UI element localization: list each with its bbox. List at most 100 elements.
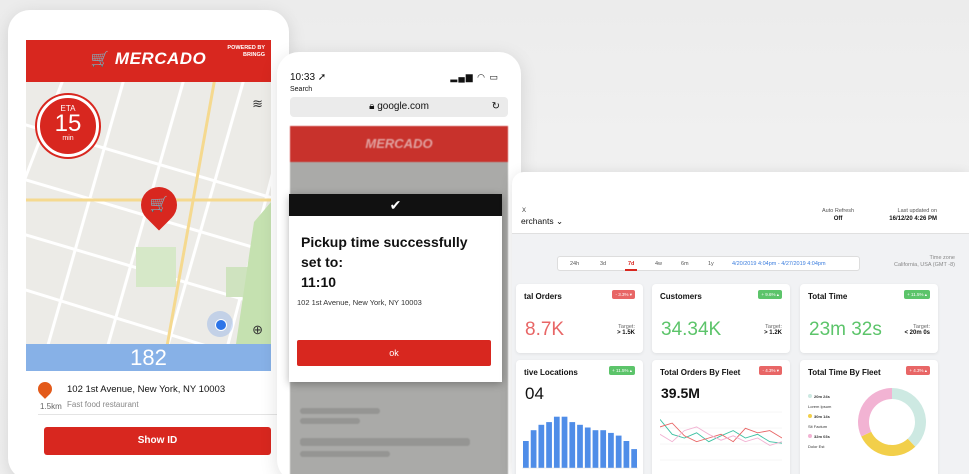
map[interactable]: ETA 15 min ≋ 🛒 ⊕ [26,82,271,344]
timezone: Time zone California, USA (GMT -8) [893,255,955,268]
card-value: 04 [525,384,544,403]
bar [584,427,591,468]
range-24h[interactable]: 24h [570,261,579,267]
card-orders-by-fleet[interactable]: Total Orders By Fleet - 4.3% ▾ 39.5M [652,360,790,474]
series-line [660,422,782,443]
card-value: 23m 32s [809,319,882,340]
reload-icon[interactable]: ↻ [492,97,500,117]
phone-1: 🛒 MERCADO POWERED BY BRINGG ETA 15 min ≋… [8,10,289,474]
bar [561,416,568,468]
card-value: 39.5M [661,385,700,401]
bar [600,430,607,468]
layers-icon[interactable]: ≋ [252,96,263,112]
trend-badge: - 3.3% ▾ [612,290,635,299]
trend-badge: + 11.5% ▴ [609,366,635,375]
range-3d[interactable]: 3d [600,261,606,267]
range-7d[interactable]: 7d [624,261,639,271]
bar [592,430,599,468]
blurred-brand: MERCADO [290,126,508,162]
card-title: Total Time By Fleet [808,368,881,377]
dashboard-body: X erchants ⌄ Auto Refresh Off Last update… [512,201,969,474]
card-total-time[interactable]: Total Time + 11.5% ▴ 23m 32s Target: < 20… [800,284,938,353]
dashboard-window: X erchants ⌄ Auto Refresh Off Last update… [512,172,969,474]
card-title: tal Orders [524,292,562,301]
ok-button[interactable]: ok [297,340,491,366]
recenter-icon[interactable]: ⊕ [252,322,263,338]
url-bar[interactable]: 🔒︎ google.com ↻ [290,97,508,117]
card-title: Customers [660,292,702,301]
range-4w[interactable]: 4w [655,261,662,267]
show-id-button[interactable]: Show ID [44,427,271,455]
powered-by: POWERED BY BRINGG [227,45,265,58]
bar [553,416,560,468]
range-1y[interactable]: 1y [708,261,714,267]
card-title: Total Time [808,292,848,301]
bar [523,441,529,468]
card-title: Total Orders By Fleet [660,368,741,377]
close-icon[interactable]: X [522,208,526,214]
bar [569,422,576,468]
bar [538,424,545,468]
card-total-orders[interactable]: tal Orders - 3.3% ▾ 8.7K Target: > 1.5K [516,284,643,353]
location-pin-icon [35,379,55,399]
bar [546,422,552,468]
modal-title: Pickup time successfully set to: 11:10 [301,232,491,292]
fleet-time-donut-chart [858,388,926,456]
card-value: 8.7K [525,319,565,340]
modal-time: 11:10 [301,274,337,290]
trend-badge: + 11.5% ▴ [904,290,930,299]
time-range-selector: 24h 3d 7d 4w 6m 1y 4/20/2019 4:04pm - 4/… [557,256,860,271]
trend-badge: - 4.3% ▾ [759,366,782,375]
bar [577,424,583,468]
distance-text: 1.5km [40,402,62,411]
eta-unit: min [62,135,74,142]
url-text: google.com [377,101,429,112]
legend-item: 32m 03s Dolor Est [808,434,830,449]
eta-value: 15 [54,110,82,137]
bar [615,435,622,468]
range-6m[interactable]: 6m [681,261,689,267]
bar [631,449,637,468]
trend-badge: + 4.3% ▴ [906,366,930,375]
fleet-orders-line-chart [660,411,782,461]
dashboard-header: X erchants ⌄ Auto Refresh Off Last update… [512,201,969,234]
cart-icon: 🛒 [90,51,110,68]
eta-badge: ETA 15 min [37,95,99,157]
status-time: 10:33 ➚ [290,72,327,83]
legend-item: 20m 24s Lorem Ipsum [808,394,832,409]
date-range[interactable]: 4/20/2019 4:04pm - 4/27/2019 4:04pm [732,261,826,267]
trend-badge: + 9.6% ▴ [758,290,782,299]
card-target: Target: > 1.5K [617,324,635,336]
donut-legend: 20m 24s Lorem Ipsum 30m 14s Sit Factum 32m… [808,392,831,452]
locations-bar-chart [522,416,638,469]
card-time-by-fleet[interactable]: Total Time By Fleet + 4.3% ▴ 20m 24s Lore… [800,360,938,474]
check-icon: ✔ [289,194,502,216]
lock-icon: 🔒︎ [369,101,378,112]
place-type: Fast food restaurant [67,400,139,409]
queue-counter: 182 [26,344,271,371]
modal-address: 102 1st Avenue, New York, NY 10003 [297,298,422,307]
address-text: 102 1st Avenue, New York, NY 10003 [67,384,226,395]
auto-refresh[interactable]: Auto Refresh Off [822,208,854,222]
last-updated: Last updated on 16/12/20 4:26 PM [889,208,937,222]
donut-slice [892,388,926,447]
view-selector[interactable]: erchants ⌄ [521,216,563,227]
phone-2: 10:33 ➚ ▂▄▆ ◠ ▭ Search 🔒︎ google.com ↻ M… [277,52,521,474]
confirmation-modal: ✔ Pickup time successfully set to: 11:10… [289,194,502,382]
store-pin-icon[interactable]: 🛒 [133,179,185,231]
app-header: 🛒 MERCADO POWERED BY BRINGG [26,40,271,82]
card-customers[interactable]: Customers + 9.6% ▴ 34.34K Target: > 1.2K [652,284,790,353]
bar [623,441,630,468]
divider [38,414,278,415]
back-to-search[interactable]: Search [290,86,312,93]
modal-title-text: Pickup time successfully set to: [301,234,468,270]
card-title: tive Locations [524,368,578,377]
user-location-icon [207,311,233,337]
card-active-locations[interactable]: tive Locations + 11.5% ▴ 04 [516,360,643,474]
bar [608,432,614,468]
card-target: Target: > 1.2K [764,324,782,336]
donut-slice [861,431,916,456]
card-target: Target: < 20m 0s [904,324,930,336]
donut-slice [858,388,892,437]
bar [530,430,537,468]
